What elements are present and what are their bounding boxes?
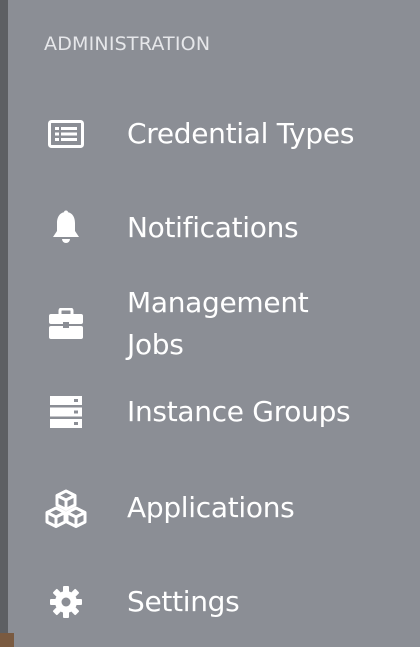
server-stack-icon [44, 390, 88, 434]
sidebar-item-credential-types[interactable]: Credential Types [8, 112, 420, 156]
briefcase-icon [44, 302, 88, 346]
sidebar-item-label: Applications [127, 491, 295, 524]
gear-icon [44, 580, 88, 624]
sidebar-item-label: Notifications [127, 211, 299, 244]
sidebar-item-label: Credential Types [127, 117, 355, 150]
admin-sidebar: ADMINISTRATION Credential Types Notifica… [0, 0, 420, 647]
sidebar-item-label: Settings [127, 585, 240, 618]
sidebar-item-label: Management Jobs [127, 286, 309, 361]
sidebar-item-applications[interactable]: Applications [8, 486, 420, 530]
sidebar-item-notifications[interactable]: Notifications [8, 206, 420, 250]
sidebar-item-settings[interactable]: Settings [8, 580, 420, 624]
sidebar-item-management-jobs[interactable]: Management Jobs [8, 280, 420, 370]
cubes-icon [44, 486, 88, 530]
window-corner [0, 633, 14, 647]
list-card-icon [44, 112, 88, 156]
bell-icon [44, 206, 88, 250]
sidebar-item-instance-groups[interactable]: Instance Groups [8, 390, 420, 434]
sidebar-item-label: Instance Groups [127, 395, 351, 428]
section-title: ADMINISTRATION [44, 33, 211, 55]
